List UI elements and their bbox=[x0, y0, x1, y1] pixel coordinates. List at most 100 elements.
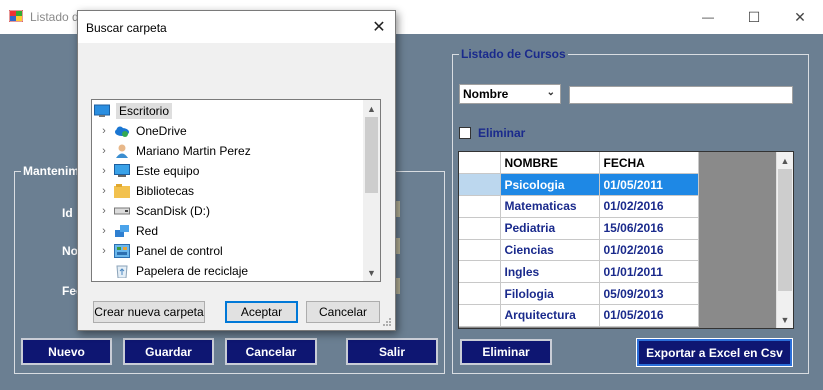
grid-scroll-thumb[interactable] bbox=[778, 169, 792, 291]
nombre-field-edge[interactable] bbox=[396, 238, 400, 254]
filter-select[interactable]: Nombre ⌄ bbox=[459, 84, 561, 104]
cell-nombre[interactable]: Ingles bbox=[500, 260, 600, 284]
tree-item-red[interactable]: › Red bbox=[98, 221, 158, 241]
chevron-right-icon[interactable]: › bbox=[98, 245, 110, 257]
tree-item-onedrive[interactable]: › OneDrive bbox=[98, 121, 187, 141]
row-header[interactable] bbox=[459, 304, 501, 327]
cell-nombre[interactable]: Psicologia bbox=[500, 173, 600, 197]
cell-fecha[interactable]: 01/01/2011 bbox=[599, 260, 699, 284]
chevron-right-icon[interactable]: › bbox=[98, 225, 110, 237]
guardar-button[interactable]: Guardar bbox=[123, 338, 214, 365]
desktop-icon bbox=[94, 104, 110, 117]
tree-item-bibliotecas[interactable]: › Bibliotecas bbox=[98, 181, 194, 201]
table-row[interactable]: Pediatria 15/06/2016 bbox=[459, 217, 699, 240]
id-field-edge[interactable] bbox=[396, 201, 400, 217]
scroll-down-icon[interactable]: ▼ bbox=[363, 264, 380, 281]
cell-fecha[interactable]: 01/05/2011 bbox=[599, 173, 699, 197]
export-csv-button[interactable]: Exportar a Excel en Csv bbox=[636, 338, 793, 367]
table-row[interactable]: Psicologia 01/05/2011 bbox=[459, 173, 699, 197]
grid-scrollbar[interactable]: ▲ ▼ bbox=[776, 152, 793, 328]
chevron-right-icon[interactable]: › bbox=[98, 205, 110, 217]
scroll-up-icon[interactable]: ▲ bbox=[363, 100, 380, 117]
search-input[interactable] bbox=[569, 86, 793, 104]
libraries-icon bbox=[114, 184, 130, 198]
tree-item-panel-de-control[interactable]: › Panel de control bbox=[98, 241, 223, 261]
cell-nombre[interactable]: Filologia bbox=[500, 282, 600, 306]
eliminar-button[interactable]: Eliminar bbox=[460, 339, 552, 365]
cancelar-button[interactable]: Cancelar bbox=[225, 338, 317, 365]
column-header-fecha[interactable]: FECHA bbox=[599, 152, 699, 175]
cell-fecha[interactable]: 01/05/2016 bbox=[599, 304, 699, 327]
row-header[interactable] bbox=[459, 217, 501, 240]
maximize-icon: ☐ bbox=[747, 8, 761, 25]
tree-item-label: Papelera de reciclaje bbox=[136, 264, 249, 278]
onedrive-icon bbox=[115, 126, 129, 137]
cursos-table: NOMBRE FECHA Psicologia 01/05/2011 Matem… bbox=[459, 152, 699, 327]
cell-fecha[interactable]: 15/06/2016 bbox=[599, 217, 699, 240]
browse-folder-dialog: Buscar carpeta ✕ Escritorio › OneDrive › bbox=[77, 10, 396, 331]
salir-button[interactable]: Salir bbox=[346, 338, 438, 365]
cell-nombre[interactable]: Ciencias bbox=[500, 239, 600, 262]
tree-item-label: Este equipo bbox=[136, 164, 200, 178]
tree-item-escritorio[interactable]: Escritorio bbox=[94, 101, 173, 121]
table-row[interactable]: Ciencias 01/02/2016 bbox=[459, 239, 699, 262]
table-row[interactable]: Arquitectura 01/05/2016 bbox=[459, 304, 699, 327]
cell-nombre[interactable]: Matematicas bbox=[500, 195, 600, 218]
cell-fecha[interactable]: 01/02/2016 bbox=[599, 195, 699, 218]
tree-scrollbar[interactable]: ▲ ▼ bbox=[363, 100, 380, 281]
minimize-button[interactable]: — bbox=[685, 0, 731, 34]
eliminar-checkbox-label[interactable]: Eliminar bbox=[478, 126, 525, 140]
chevron-right-icon[interactable]: › bbox=[98, 165, 110, 177]
column-header-nombre[interactable]: NOMBRE bbox=[500, 152, 600, 175]
nuevo-label: Nuevo bbox=[48, 344, 85, 359]
app-icon bbox=[9, 10, 23, 22]
maintenance-legend: Mantenim bbox=[21, 164, 82, 178]
row-header[interactable] bbox=[459, 173, 501, 197]
nuevo-button[interactable]: Nuevo bbox=[21, 338, 112, 365]
maximize-button[interactable]: ☐ bbox=[731, 0, 777, 34]
tree-item-papelera[interactable]: Papelera de reciclaje bbox=[114, 261, 248, 281]
tree-scroll-thumb[interactable] bbox=[365, 117, 378, 193]
table-row[interactable]: Ingles 01/01/2011 bbox=[459, 260, 699, 284]
resize-grip-icon[interactable] bbox=[382, 317, 392, 327]
cell-fecha[interactable]: 01/02/2016 bbox=[599, 239, 699, 262]
tree-item-label: OneDrive bbox=[136, 124, 187, 138]
dialog-close-button[interactable]: ✕ bbox=[363, 11, 395, 43]
cell-nombre[interactable]: Arquitectura bbox=[500, 304, 600, 327]
dialog-cancel-button[interactable]: Cancelar bbox=[306, 301, 380, 323]
computer-icon bbox=[114, 164, 130, 177]
grid-header-row: NOMBRE FECHA bbox=[459, 152, 699, 175]
user-icon bbox=[116, 144, 128, 158]
cursos-grid[interactable]: NOMBRE FECHA Psicologia 01/05/2011 Matem… bbox=[458, 151, 794, 329]
scroll-up-icon[interactable]: ▲ bbox=[777, 152, 793, 169]
table-row[interactable]: Matematicas 01/02/2016 bbox=[459, 195, 699, 218]
close-button[interactable]: ✕ bbox=[777, 0, 823, 34]
row-header[interactable] bbox=[459, 260, 501, 284]
scroll-down-icon[interactable]: ▼ bbox=[777, 311, 793, 328]
folder-tree[interactable]: Escritorio › OneDrive › Mariano Martin P… bbox=[91, 99, 381, 282]
salir-label: Salir bbox=[378, 344, 405, 359]
eliminar-checkbox[interactable] bbox=[459, 127, 471, 139]
close-icon: ✕ bbox=[794, 8, 806, 25]
fecha-field-edge[interactable] bbox=[396, 278, 400, 294]
id-label: Id bbox=[62, 206, 73, 220]
tree-item-este-equipo[interactable]: › Este equipo bbox=[98, 161, 199, 181]
row-header[interactable] bbox=[459, 282, 501, 306]
tree-item-user[interactable]: › Mariano Martin Perez bbox=[98, 141, 251, 161]
new-folder-button[interactable]: Crear nueva carpeta bbox=[93, 301, 205, 323]
row-header[interactable] bbox=[459, 195, 501, 218]
recycle-bin-icon bbox=[116, 265, 128, 278]
row-header-corner bbox=[459, 152, 501, 175]
chevron-right-icon[interactable]: › bbox=[98, 185, 110, 197]
accept-label: Aceptar bbox=[240, 305, 283, 319]
chevron-right-icon[interactable]: › bbox=[98, 145, 110, 157]
accept-button[interactable]: Aceptar bbox=[225, 301, 298, 323]
tree-item-label: Mariano Martin Perez bbox=[136, 144, 251, 158]
row-header[interactable] bbox=[459, 239, 501, 262]
cell-nombre[interactable]: Pediatria bbox=[500, 217, 600, 240]
chevron-right-icon[interactable]: › bbox=[98, 125, 110, 137]
tree-item-scandisk[interactable]: › ScanDisk (D:) bbox=[98, 201, 210, 221]
cell-fecha[interactable]: 05/09/2013 bbox=[599, 282, 699, 306]
export-csv-label: Exportar a Excel en Csv bbox=[646, 345, 783, 360]
table-row[interactable]: Filologia 05/09/2013 bbox=[459, 282, 699, 306]
